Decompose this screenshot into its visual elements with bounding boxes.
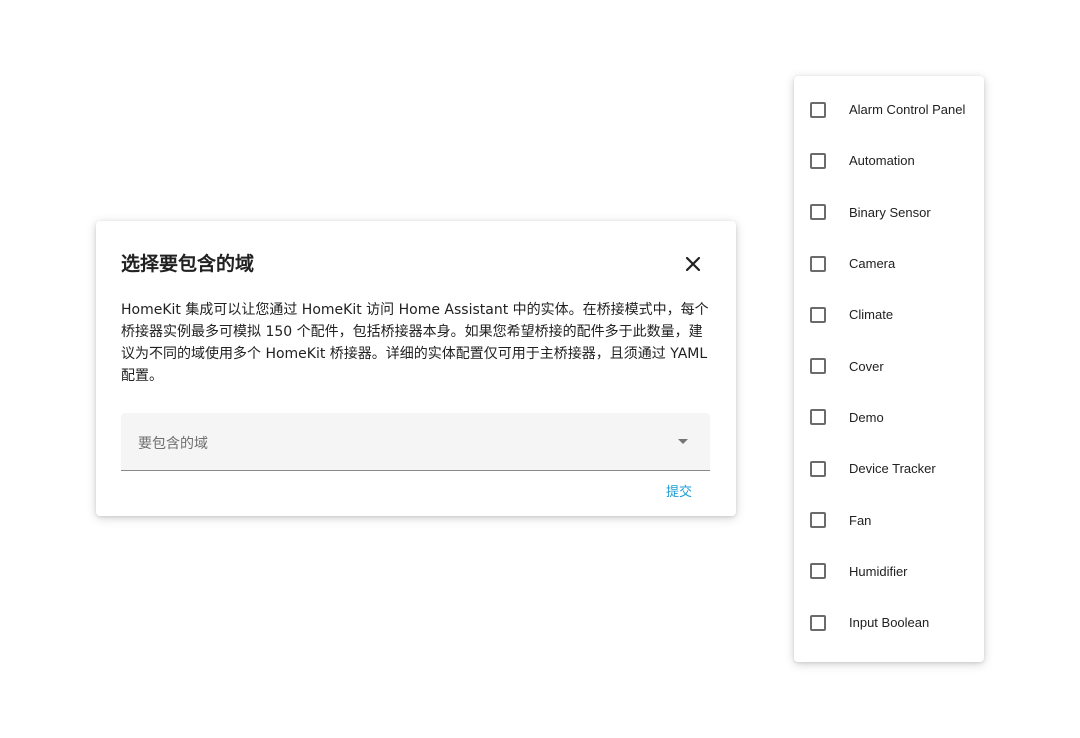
menu-item-automation[interactable]: Automation [794, 135, 984, 186]
select-label: 要包含的域 [138, 436, 208, 452]
menu-item-label: Climate [849, 307, 894, 323]
menu-item-device-tracker[interactable]: Device Tracker [794, 443, 984, 494]
menu-item-climate[interactable]: Climate [794, 289, 984, 340]
checkbox[interactable] [810, 101, 826, 118]
dropdown-arrow-icon [678, 439, 688, 444]
checkbox[interactable] [810, 563, 826, 580]
domains-select[interactable]: 要包含的域 [121, 413, 710, 471]
menu-item-fan[interactable]: Fan [794, 494, 984, 545]
menu-item-label: Demo [849, 409, 884, 425]
menu-item-label: Input Boolean [849, 615, 930, 631]
menu-item-input-boolean[interactable]: Input Boolean [794, 597, 984, 648]
checkbox[interactable] [810, 614, 826, 631]
menu-item-camera[interactable]: Camera [794, 238, 984, 289]
domain-select-dialog: 选择要包含的域 HomeKit 集成可以让您通过 HomeKit 访问 Home… [96, 221, 736, 516]
domain-options-menu: Alarm Control Panel Automation Binary Se… [794, 76, 984, 662]
close-button[interactable] [678, 251, 708, 281]
menu-item-binary-sensor[interactable]: Binary Sensor [794, 187, 984, 238]
checkbox[interactable] [810, 409, 826, 426]
menu-item-demo[interactable]: Demo [794, 392, 984, 443]
dialog-description: HomeKit 集成可以让您通过 HomeKit 访问 Home Assista… [121, 302, 709, 384]
checkbox[interactable] [810, 512, 826, 529]
menu-item-label: Humidifier [849, 563, 908, 579]
menu-item-humidifier[interactable]: Humidifier [794, 546, 984, 597]
submit-button[interactable]: 提交 [662, 479, 696, 502]
menu-item-cover[interactable]: Cover [794, 340, 984, 391]
dialog-title: 选择要包含的域 [121, 253, 255, 275]
menu-item-label: Fan [849, 512, 872, 528]
checkbox[interactable] [810, 358, 826, 375]
checkbox[interactable] [810, 152, 826, 169]
menu-item-label: Device Tracker [849, 461, 936, 477]
menu-item-label: Cover [849, 358, 884, 374]
checkbox[interactable] [810, 255, 826, 272]
close-icon [685, 256, 701, 277]
checkbox[interactable] [810, 204, 826, 221]
menu-item-label: Binary Sensor [849, 204, 931, 220]
menu-item-label: Camera [849, 256, 896, 272]
menu-item-label: Alarm Control Panel [849, 102, 966, 118]
checkbox[interactable] [810, 306, 826, 323]
menu-item-alarm-control-panel[interactable]: Alarm Control Panel [794, 84, 984, 135]
menu-item-label: Automation [849, 153, 915, 169]
checkbox[interactable] [810, 460, 826, 477]
